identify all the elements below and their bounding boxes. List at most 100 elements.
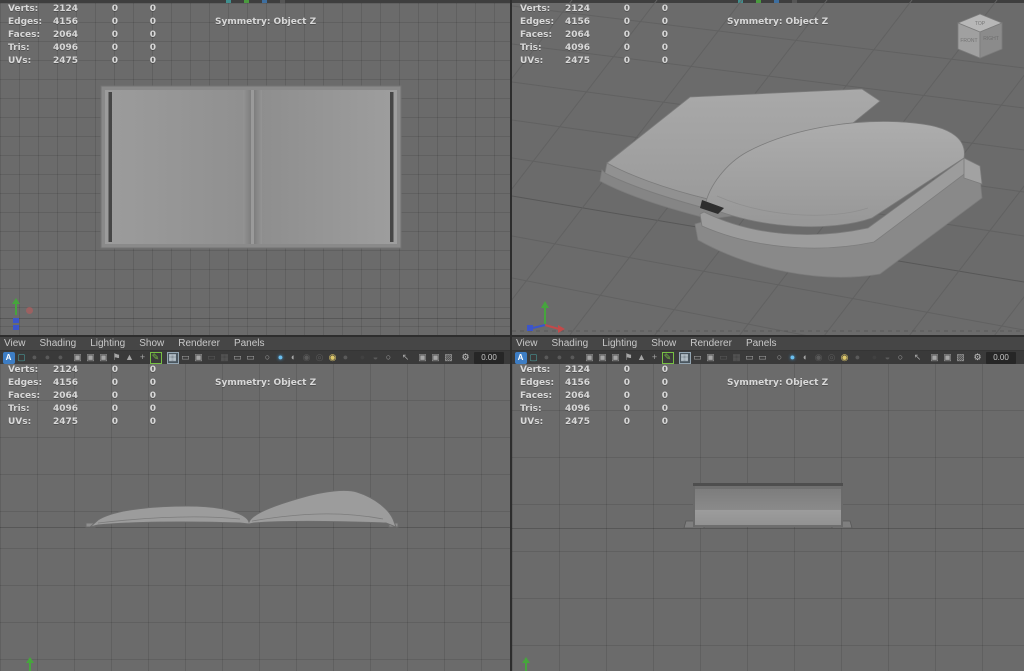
lighting-mode-icon[interactable]: ◉	[813, 352, 825, 364]
menu-lighting[interactable]: Lighting	[602, 338, 637, 350]
book-model-front-view[interactable]	[0, 363, 510, 671]
wireframe-on-shaded-icon[interactable]: ◎	[826, 352, 838, 364]
lasso-select-icon[interactable]: ●	[541, 352, 553, 364]
select-tool-icon[interactable]: A	[515, 352, 527, 364]
select-tool-icon[interactable]: A	[3, 352, 15, 364]
snapshot-icon[interactable]: ▣	[929, 352, 941, 364]
view-cube-top-label[interactable]: TOP	[975, 21, 986, 27]
field-chart-icon[interactable]: ▦	[731, 352, 743, 364]
multisample-icon[interactable]: ○	[895, 352, 907, 364]
textured-mode-icon[interactable]: ◐	[288, 352, 300, 364]
safe-action-icon[interactable]: ▭	[232, 352, 244, 364]
gate-mask-icon[interactable]: ▭	[206, 352, 218, 364]
view-cube-front-label[interactable]: FRONT	[960, 38, 977, 44]
film-gate-icon[interactable]: ▭	[692, 352, 704, 364]
axes-icon[interactable]: +	[137, 352, 149, 364]
multisample-icon[interactable]: ○	[383, 352, 395, 364]
contrast-icon[interactable]: ◑	[1019, 352, 1024, 364]
safe-title-icon[interactable]: ▭	[245, 352, 257, 364]
wireframe-mode-icon[interactable]: ○	[774, 352, 786, 364]
snapshot-icon[interactable]: ▣	[417, 352, 429, 364]
image-plane-icon[interactable]: ▲	[124, 352, 136, 364]
menu-panels[interactable]: Panels	[746, 338, 777, 350]
menu-shading[interactable]: Shading	[40, 338, 77, 350]
camera-attributes-icon[interactable]: ▣	[85, 352, 97, 364]
zoom-select-icon[interactable]: ●	[567, 352, 579, 364]
motion-blur-icon[interactable]: ◒	[882, 352, 894, 364]
view-cube[interactable]: TOP FRONT RIGHT	[952, 10, 1010, 64]
isolate-select-icon[interactable]: ↖	[400, 352, 412, 364]
menu-panels[interactable]: Panels	[234, 338, 265, 350]
menu-lighting[interactable]: Lighting	[90, 338, 125, 350]
book-model-side-view[interactable]	[512, 363, 1024, 671]
isolate-select-icon[interactable]: ↖	[912, 352, 924, 364]
book-front-view-geometry[interactable]	[86, 490, 398, 527]
camera-bookmark-icon[interactable]: ▣	[610, 352, 622, 364]
motion-blur-icon[interactable]: ◒	[370, 352, 382, 364]
paint-select-icon[interactable]: ●	[554, 352, 566, 364]
display-settings-gear-icon[interactable]: ⚙	[460, 352, 472, 364]
bookmark-icon[interactable]: ⚑	[111, 352, 123, 364]
viewport-top-view[interactable]: Verts: 2124 0 0 Edges: 4156 0 0 Faces: 2…	[0, 0, 510, 335]
grid-toggle-icon[interactable]: ▦	[167, 352, 179, 364]
camera-attributes-icon[interactable]: ▣	[597, 352, 609, 364]
textured-mode-icon[interactable]: ◐	[800, 352, 812, 364]
region-crop-icon[interactable]: ▨	[955, 352, 967, 364]
book-top-view-geometry[interactable]	[101, 86, 401, 248]
display-settings-gear-icon[interactable]: ⚙	[972, 352, 984, 364]
exposure-field[interactable]: 0.00	[474, 352, 504, 364]
viewport-perspective-view[interactable]: Verts: 2124 0 0 Edges: 4156 0 0 Faces: 2…	[512, 0, 1024, 335]
book-side-view-geometry[interactable]	[684, 483, 852, 528]
camera-icon[interactable]: ▣	[72, 352, 84, 364]
lasso-select-icon[interactable]: ●	[29, 352, 41, 364]
image-plane-icon[interactable]: ▲	[636, 352, 648, 364]
menu-show[interactable]: Show	[651, 338, 676, 350]
shadows-icon[interactable]: ●	[852, 352, 864, 364]
paint-select-icon[interactable]: ●	[42, 352, 54, 364]
shaded-mode-icon[interactable]: ●	[787, 352, 799, 364]
menu-shading[interactable]: Shading	[552, 338, 589, 350]
zoom-select-icon[interactable]: ●	[55, 352, 67, 364]
resolution-gate-icon[interactable]: ▣	[705, 352, 717, 364]
book-model-top-view[interactable]	[0, 0, 510, 335]
viewport-side-view[interactable]: View Shading Lighting Show Renderer Pane…	[512, 337, 1024, 671]
shaded-mode-icon[interactable]: ●	[275, 352, 287, 364]
menu-view[interactable]: View	[516, 338, 538, 350]
gate-mask-icon[interactable]: ▭	[718, 352, 730, 364]
menu-show[interactable]: Show	[139, 338, 164, 350]
film-gate-icon[interactable]: ▭	[180, 352, 192, 364]
occlusion-icon[interactable]: ●	[869, 352, 881, 364]
perspective-scene[interactable]	[512, 0, 1024, 335]
scene-view-icon[interactable]: ▣	[942, 352, 954, 364]
marquee-select-icon[interactable]: ▢	[528, 352, 540, 364]
camera-bookmark-icon[interactable]: ▣	[98, 352, 110, 364]
field-chart-icon[interactable]: ▦	[219, 352, 231, 364]
pencil-icon[interactable]: ✎	[662, 352, 674, 364]
viewport-front-view[interactable]: View Shading Lighting Show Renderer Pane…	[0, 337, 510, 671]
occlusion-icon[interactable]: ●	[357, 352, 369, 364]
marquee-select-icon[interactable]: ▢	[16, 352, 28, 364]
bookmark-icon[interactable]: ⚑	[623, 352, 635, 364]
default-light-icon[interactable]: ◉	[327, 352, 339, 364]
resolution-gate-icon[interactable]: ▣	[193, 352, 205, 364]
axes-icon[interactable]: +	[649, 352, 661, 364]
camera-icon[interactable]: ▣	[584, 352, 596, 364]
menu-view[interactable]: View	[4, 338, 26, 350]
contrast-icon[interactable]: ◑	[507, 352, 511, 364]
wireframe-on-shaded-icon[interactable]: ◎	[314, 352, 326, 364]
lighting-mode-icon[interactable]: ◉	[301, 352, 313, 364]
region-crop-icon[interactable]: ▨	[443, 352, 455, 364]
menu-renderer[interactable]: Renderer	[178, 338, 220, 350]
grid-toggle-icon[interactable]: ▦	[679, 352, 691, 364]
exposure-field[interactable]: 0.00	[986, 352, 1016, 364]
pencil-icon[interactable]: ✎	[150, 352, 162, 364]
view-cube-right-label[interactable]: RIGHT	[983, 36, 999, 42]
default-light-icon[interactable]: ◉	[839, 352, 851, 364]
book-model-perspective[interactable]	[600, 89, 982, 277]
scene-view-icon[interactable]: ▣	[430, 352, 442, 364]
safe-title-icon[interactable]: ▭	[757, 352, 769, 364]
safe-action-icon[interactable]: ▭	[744, 352, 756, 364]
shadows-icon[interactable]: ●	[340, 352, 352, 364]
wireframe-mode-icon[interactable]: ○	[262, 352, 274, 364]
menu-renderer[interactable]: Renderer	[690, 338, 732, 350]
